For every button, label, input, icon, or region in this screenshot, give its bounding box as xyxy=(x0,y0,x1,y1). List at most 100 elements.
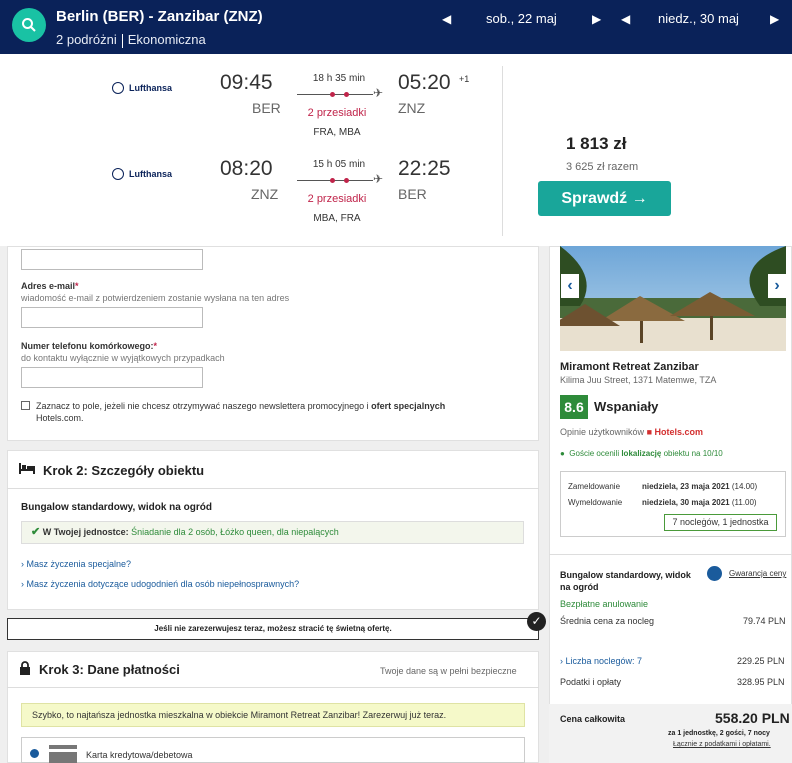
checkmark-icon: ✓ xyxy=(527,612,546,631)
phone-label: Numer telefonu komórkowego:* xyxy=(21,341,158,351)
accessibility-link[interactable]: › Masz życzenia dotyczące udogodnień dla… xyxy=(21,579,299,589)
location-pin-icon: ● xyxy=(560,449,565,458)
photo-next-button[interactable]: › xyxy=(768,274,786,298)
reviews-source: Opinie użytkowników ■ Hotels.com xyxy=(560,427,704,437)
total-price: 558.20 PLN xyxy=(715,710,790,726)
price-guarantee-icon xyxy=(707,566,722,581)
stop-dot xyxy=(330,92,335,97)
plane-icon: ✈ xyxy=(373,86,384,100)
travelers-label: 2 podróżni xyxy=(56,32,117,47)
prev-depart-date-button[interactable]: ◀ xyxy=(442,12,451,26)
newsletter-label: Zaznacz to pole, jeżeli nie chcesz otrzy… xyxy=(36,401,446,423)
return-stops: 2 przesiadki xyxy=(307,193,367,205)
avg-price-value: 79.74 PLN xyxy=(743,616,786,626)
outbound-depart-time: 09:45 xyxy=(220,71,273,94)
search-summary-bar: Berlin (BER) - Zanzibar (ZNZ) 2 podróżni… xyxy=(0,0,792,54)
email-field[interactable] xyxy=(21,307,203,328)
outbound-stops: 2 przesiadki xyxy=(307,107,367,119)
rating-label: Wspaniały xyxy=(594,399,659,414)
check-offer-button[interactable]: Sprawdź → xyxy=(538,181,671,216)
chevron-right-icon: › xyxy=(21,559,24,569)
email-label: Adres e-mail* xyxy=(21,281,79,291)
price-guarantee-link[interactable]: Gwarancja ceny xyxy=(729,569,786,578)
check-icon: ✔ xyxy=(31,526,41,538)
cheapest-notice: Szybko, to najtańsza jednostka mieszkaln… xyxy=(21,703,525,727)
room-name: Bungalow standardowy, widok na ogród xyxy=(21,502,212,513)
phone-field[interactable] xyxy=(21,367,203,388)
chevron-right-icon: › xyxy=(21,579,24,589)
outbound-arrive-code: ZNZ xyxy=(398,100,426,116)
travelers-cabin: 2 podróżni Ekonomiczna xyxy=(56,32,206,48)
name-field[interactable] xyxy=(21,249,203,270)
urgency-banner: Jeśli nie zarezerwujesz teraz, możesz st… xyxy=(7,618,539,640)
credit-card-icon xyxy=(49,745,77,763)
next-return-date-button[interactable]: ▶ xyxy=(770,12,779,26)
search-button[interactable] xyxy=(12,8,46,42)
route-line xyxy=(297,180,373,181)
return-via: MBA, FRA xyxy=(313,213,361,224)
next-depart-date-button[interactable]: ▶ xyxy=(592,12,601,26)
airline-logo: Lufthansa xyxy=(112,168,172,180)
route-title: Berlin (BER) - Zanzibar (ZNZ) xyxy=(56,8,263,25)
lock-icon xyxy=(20,661,30,675)
secure-note: Twoje dane są w pełni bezpieczne xyxy=(380,666,517,676)
phone-hint: do kontaktu wyłącznie w wyjątkowych przy… xyxy=(21,353,225,363)
checkout-date: niedziela, 30 maja 2021 (11.00) xyxy=(642,498,757,507)
rating-score: 8.6 xyxy=(560,395,588,419)
search-icon xyxy=(22,18,36,32)
chevron-right-icon: › xyxy=(560,656,563,666)
stop-dot xyxy=(330,178,335,183)
card-label: Karta kredytowa/debetowa xyxy=(86,750,193,760)
stop-dot xyxy=(344,178,349,183)
taxes-included-link[interactable]: Łącznie z podatkami i opłatami. xyxy=(673,741,771,748)
divider xyxy=(502,66,503,236)
outbound-depart-code: BER xyxy=(252,100,281,116)
return-arrive-time: 22:25 xyxy=(398,157,451,180)
newsletter-checkbox[interactable] xyxy=(21,401,30,410)
checkout-label: Wymeldowanie xyxy=(568,498,623,507)
return-date[interactable]: niedz., 30 maj xyxy=(658,11,739,26)
checkin-label: Zameldowanie xyxy=(568,482,621,491)
photo-prev-button[interactable]: ‹ xyxy=(561,274,579,298)
outbound-duration: 18 h 35 min xyxy=(312,73,366,84)
taxes-label: Podatki i opłaty xyxy=(560,677,622,687)
step3-title: Krok 3: Dane płatności xyxy=(39,662,180,677)
flight-offer-card[interactable]: Lufthansa 09:45 BER 18 h 35 min ✈ 2 prze… xyxy=(0,54,792,246)
card-radio[interactable] xyxy=(30,749,39,758)
return-arrive-code: BER xyxy=(398,186,427,202)
price-per-person: 1 813 zł xyxy=(566,134,627,153)
outbound-via: FRA, MBA xyxy=(313,127,361,138)
nights-count-link[interactable]: › Liczba noclegów: 7 xyxy=(560,656,642,666)
taxes-value: 328.95 PLN xyxy=(737,677,785,687)
airline-logo: Lufthansa xyxy=(112,82,172,94)
day-offset: +1 xyxy=(459,74,470,84)
total-note: za 1 jednostkę, 2 gości, 7 nocy xyxy=(668,730,770,737)
outbound-arrive-time: 05:20 xyxy=(398,71,451,94)
plane-icon: ✈ xyxy=(373,172,384,186)
route-line xyxy=(297,94,373,95)
divider xyxy=(7,687,539,688)
cabin-label: Ekonomiczna xyxy=(127,32,206,47)
divider xyxy=(7,488,539,489)
nights-badge: 7 nocleġów, 1 jednostka xyxy=(664,514,777,531)
nights-price-value: 229.25 PLN xyxy=(737,656,785,666)
lufthansa-crane-icon xyxy=(112,168,124,180)
return-depart-time: 08:20 xyxy=(220,157,273,180)
depart-date[interactable]: sob., 22 maj xyxy=(486,11,557,26)
hotel-address: Kilima Juu Street, 1371 Matemwe, TZA xyxy=(560,375,717,385)
unit-details: ✔ W Twojej jednostce: Śniadanie dla 2 os… xyxy=(21,521,524,544)
bed-icon xyxy=(19,463,35,474)
avg-price-label: Średnia cena za nocleg xyxy=(560,616,655,626)
price-total: 3 625 zł razem xyxy=(566,161,639,173)
total-label: Cena całkowita xyxy=(560,714,626,724)
return-duration: 15 h 05 min xyxy=(312,159,366,170)
email-hint: wiadomość e-mail z potwierdzeniem zostan… xyxy=(21,293,290,303)
free-cancellation: Bezpłatne anulowanie xyxy=(560,599,649,609)
checkin-date: niedziela, 23 maja 2021 (14.00) xyxy=(642,482,758,491)
prev-return-date-button[interactable]: ◀ xyxy=(621,12,630,26)
hotel-name[interactable]: Miramont Retreat Zanzibar xyxy=(560,361,699,373)
return-depart-code: ZNZ xyxy=(251,186,279,202)
stop-dot xyxy=(344,92,349,97)
lufthansa-crane-icon xyxy=(112,82,124,94)
special-requests-link[interactable]: › Masz życzenia specjalne? xyxy=(21,559,131,569)
